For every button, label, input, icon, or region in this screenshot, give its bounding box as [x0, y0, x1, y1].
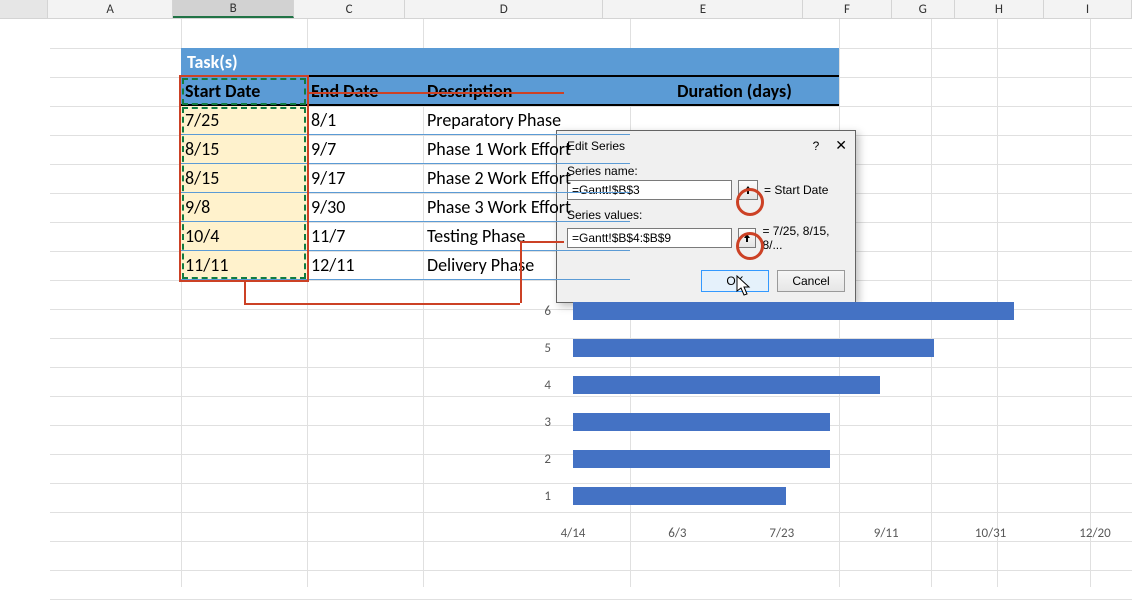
annotation-connector [244, 303, 520, 305]
chart-bar[interactable] [573, 376, 880, 394]
table-cell[interactable]: 10/4 [181, 222, 307, 251]
table-header-b: Start Date [181, 77, 307, 106]
table-header-e: Duration (days) [630, 77, 839, 106]
chart-bar[interactable] [573, 302, 1014, 320]
table-cell[interactable]: Preparatory Phase [423, 106, 630, 135]
table-cell[interactable]: 11/7 [307, 222, 423, 251]
chart-bar[interactable] [573, 339, 934, 357]
collapse-dialog-button[interactable] [738, 228, 756, 248]
chart-y-tick-label: 1 [533, 489, 551, 504]
table-cell[interactable]: 8/15 [181, 164, 307, 193]
column-header-i[interactable]: I [1044, 0, 1132, 18]
tasks-banner: Task(s) [181, 48, 839, 77]
chart-x-tick-label: 4/14 [549, 526, 597, 541]
column-header-d[interactable]: D [405, 0, 603, 18]
chart-y-tick-label: 3 [533, 415, 551, 430]
bar-chart[interactable]: 6543214/146/37/239/1110/3112/20 [555, 296, 1115, 564]
column-header-row: ABCDEFGHI [0, 0, 1132, 19]
chart-y-tick-label: 4 [533, 378, 551, 393]
series-values-preview: = 7/25, 8/15, 8/... [762, 224, 845, 252]
chart-bar[interactable] [573, 413, 830, 431]
ok-button[interactable]: OK [701, 270, 769, 292]
select-all-box[interactable] [0, 0, 48, 18]
annotation-connector [520, 241, 522, 303]
table-cell[interactable]: Phase 2 Work Effort [423, 164, 630, 193]
annotation-connector [309, 92, 564, 94]
table-cell[interactable]: 12/11 [307, 251, 423, 280]
table-cell[interactable]: Delivery Phase [423, 251, 630, 280]
table-cell[interactable]: Phase 3 Work Effort [423, 193, 630, 222]
column-header-a[interactable]: A [48, 0, 173, 18]
chart-x-tick-label: 10/31 [967, 526, 1015, 541]
table-cell[interactable]: 8/1 [307, 106, 423, 135]
column-header-h[interactable]: H [955, 0, 1044, 18]
chart-x-tick-label: 12/20 [1071, 526, 1119, 541]
table-cell[interactable]: 8/15 [181, 135, 307, 164]
close-icon[interactable]: ✕ [835, 137, 847, 154]
table-cell[interactable]: 9/7 [307, 135, 423, 164]
cancel-button[interactable]: Cancel [777, 270, 845, 292]
chart-x-tick-label: 7/23 [758, 526, 806, 541]
chart-y-tick-label: 5 [533, 341, 551, 356]
column-header-b[interactable]: B [173, 0, 294, 18]
table-cell[interactable]: Phase 1 Work Effort [423, 135, 630, 164]
collapse-dialog-button[interactable] [738, 180, 758, 200]
chart-bar[interactable] [573, 487, 786, 505]
column-header-g[interactable]: G [892, 0, 955, 18]
column-header-c[interactable]: C [294, 0, 405, 18]
dialog-help-button[interactable]: ? [813, 139, 820, 153]
table-cell[interactable]: Testing Phase [423, 222, 630, 251]
annotation-connector [244, 282, 246, 304]
table-cell[interactable]: 9/8 [181, 193, 307, 222]
chart-x-tick-label: 9/11 [862, 526, 910, 541]
table-cell[interactable]: 11/11 [181, 251, 307, 280]
series-name-preview: = Start Date [764, 183, 828, 197]
annotation-connector [520, 241, 564, 243]
column-header-f[interactable]: F [803, 0, 891, 18]
column-header-e[interactable]: E [603, 0, 803, 18]
chart-x-tick-label: 6/3 [653, 526, 701, 541]
chart-bar[interactable] [573, 450, 830, 468]
chart-y-tick-label: 2 [533, 452, 551, 467]
table-cell[interactable]: 9/30 [307, 193, 423, 222]
table-cell[interactable]: 7/25 [181, 106, 307, 135]
table-cell[interactable]: 9/17 [307, 164, 423, 193]
chart-y-tick-label: 6 [533, 304, 551, 319]
